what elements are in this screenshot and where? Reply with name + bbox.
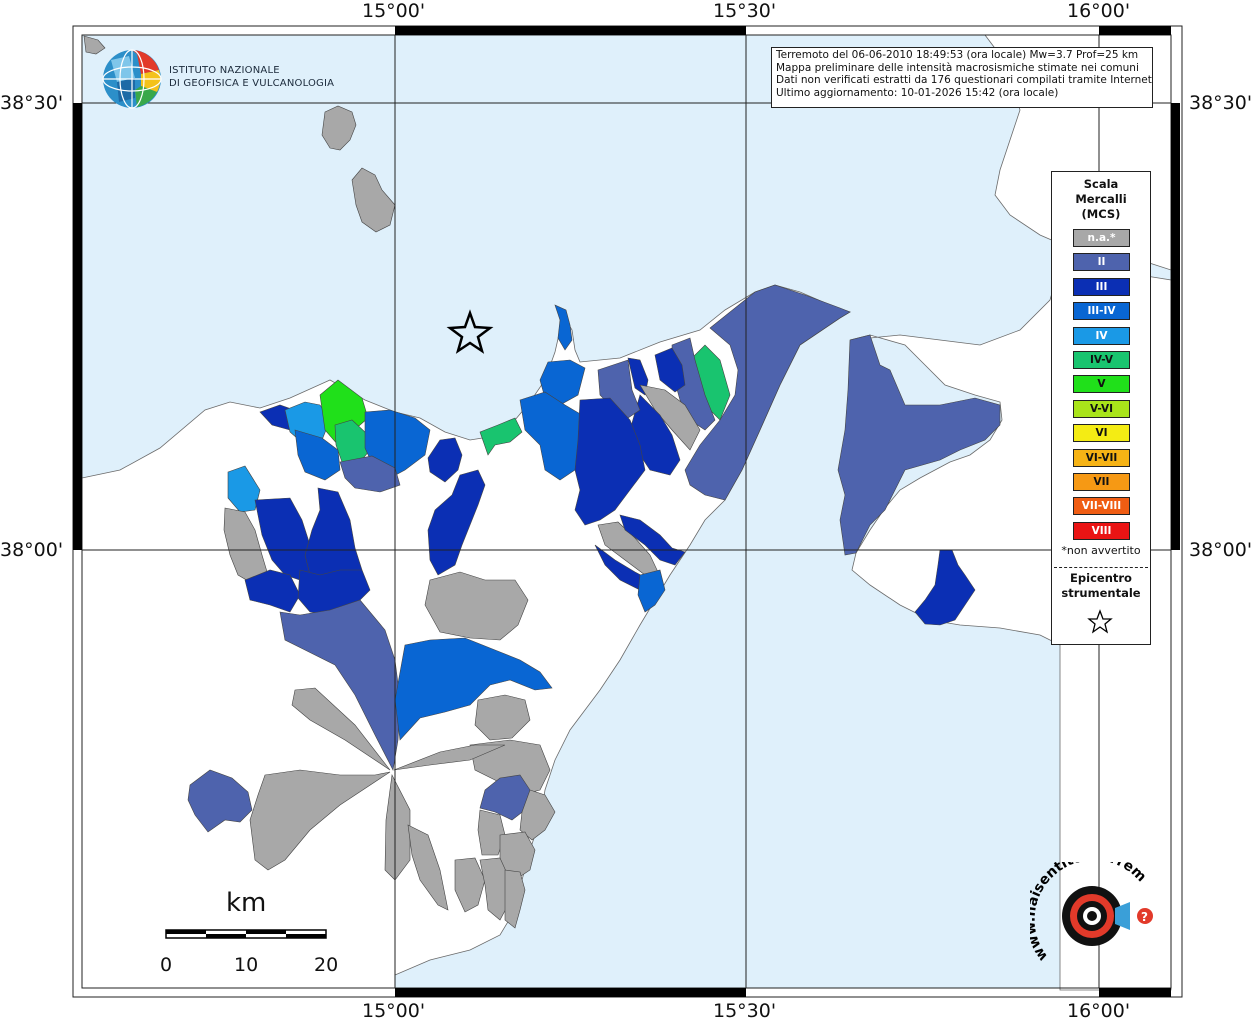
star-outline-icon (1087, 609, 1113, 634)
ingv-logo-line2: DI GEOFISICA E VULCANOLOGIA (169, 78, 335, 89)
svg-text:?: ? (1141, 910, 1148, 924)
scale-tick-0: 0 (160, 954, 173, 976)
lon-label-top-2: 15°30' (713, 0, 777, 22)
legend-separator (1054, 567, 1148, 568)
scale-tick-20: 20 (314, 954, 339, 976)
info-line-1: Terremoto del 06-06-2010 18:49:53 (ora l… (776, 49, 1139, 61)
ingv-logo-line1: ISTITUTO NAZIONALE (169, 65, 280, 76)
legend-title: Scala Mercalli (MCS) (1052, 177, 1150, 222)
lat-label-right-1: 38°30' (1189, 92, 1253, 114)
lon-label-bottom-3: 16°00' (1067, 1000, 1131, 1022)
legend-item-iii: III (1073, 277, 1130, 296)
lat-label-right-2: 38°00' (1189, 539, 1253, 561)
lat-label-left-1: 38°30' (0, 92, 64, 114)
event-info-box: Terremoto del 06-06-2010 18:49:53 (ora l… (771, 47, 1153, 108)
legend-item-iii-iv: III-IV (1073, 302, 1130, 321)
info-line-4: Ultimo aggiornamento: 10-01-2026 15:42 (… (776, 86, 1059, 99)
legend-title-line1: Scala (1083, 177, 1119, 191)
legend-item-iv-v: IV-V (1073, 351, 1130, 369)
legend-item-vii-viii: VII-VIII (1073, 497, 1130, 516)
lon-label-bottom-2: 15°30' (713, 1000, 777, 1022)
scale-bar-graphic (165, 929, 327, 939)
legend-item-viii: VIII (1073, 521, 1130, 540)
scale-tick-10: 10 (234, 954, 259, 976)
lon-label-top-1: 15°00' (362, 0, 426, 22)
legend-title-line2: Mercalli (1075, 192, 1127, 206)
legend-item-vii: VII (1073, 473, 1130, 491)
ingv-globe-logo (102, 49, 162, 109)
legend-item-iv: IV (1073, 326, 1130, 345)
mcs-legend: Scala Mercalli (MCS) n.a.* II III III-IV IV I… (1051, 171, 1151, 645)
poly-gray-30 (424, 571, 529, 641)
scale-unit: km (226, 888, 267, 918)
lon-label-top-3: 16°00' (1067, 0, 1131, 22)
haisentito-logo: www.haisentitoilterremoto.it ? (1030, 862, 1153, 964)
legend-item-v: V (1073, 375, 1130, 394)
legend-item-ii: II (1073, 253, 1130, 272)
legend-item-vi-vii: VI-VII (1073, 448, 1130, 467)
lon-label-bottom-1: 15°00' (362, 1000, 426, 1022)
legend-epicenter-line2: strumentale (1061, 586, 1141, 600)
legend-item-n-a: n.a.* (1073, 229, 1130, 247)
legend-item-v-vi: V-VI (1073, 399, 1130, 418)
legend-note: *non avvertito (1061, 544, 1141, 557)
info-line-2: Mappa preliminare delle intensità macros… (776, 61, 1139, 74)
legend-item-vi: VI (1073, 424, 1130, 443)
info-line-3: Dati non verificati estratti da 176 ques… (776, 74, 1153, 87)
legend-title-line3: (MCS) (1081, 207, 1121, 221)
legend-epicenter-label: Epicentro strumentale (1052, 571, 1150, 601)
ingv-logo-text: ISTITUTO NAZIONALE DI GEOFISICA E VULCAN… (169, 64, 334, 90)
scale-bar: km 0 10 20 (150, 888, 350, 978)
legend-epicenter-line1: Epicentro (1070, 571, 1132, 585)
lat-label-left-2: 38°00' (0, 539, 64, 561)
